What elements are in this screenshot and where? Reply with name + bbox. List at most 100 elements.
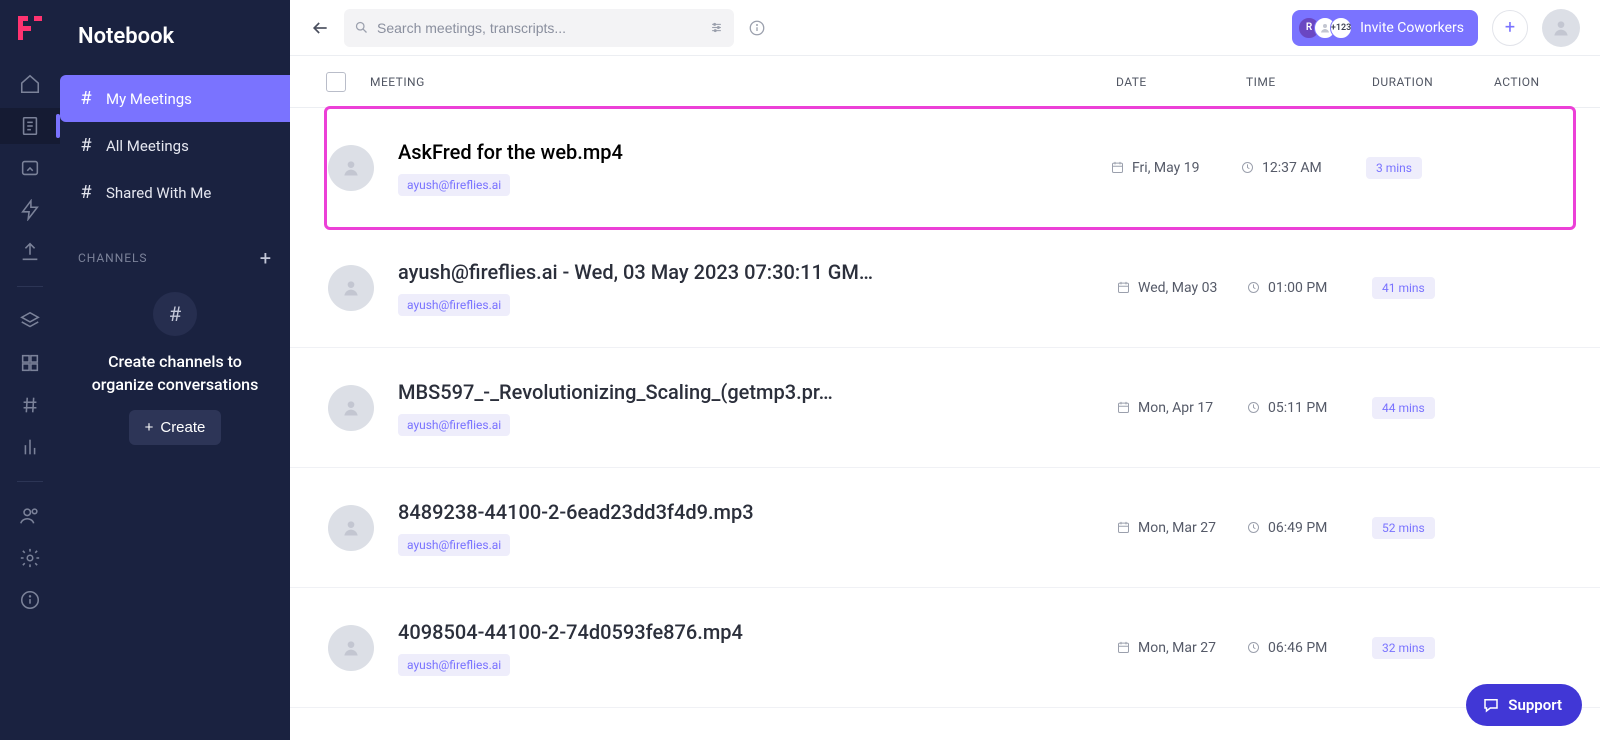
- calendar-icon: [1110, 160, 1125, 175]
- rail-home[interactable]: [0, 66, 60, 102]
- home-icon: [19, 73, 41, 95]
- rail-bolt[interactable]: [0, 192, 60, 228]
- meeting-row[interactable]: 4098504-44100-2-74d0593fe876.mp4 ayush@f…: [290, 588, 1600, 708]
- rail-team[interactable]: [0, 498, 60, 534]
- support-button[interactable]: Support: [1466, 684, 1582, 726]
- clock-icon: [1246, 280, 1261, 295]
- filter-icon[interactable]: [709, 20, 724, 35]
- gear-icon: [19, 547, 41, 569]
- add-button[interactable]: +: [1492, 10, 1528, 46]
- meeting-owner-badge: ayush@fireflies.ai: [398, 534, 510, 556]
- duration-pill: 32 mins: [1372, 637, 1435, 659]
- duration-pill: 44 mins: [1372, 397, 1435, 419]
- channels-header: CHANNELS +: [60, 216, 290, 282]
- main-pane: R +123 Invite Coworkers + MEETING DATE T…: [290, 0, 1600, 740]
- rail-settings[interactable]: [0, 540, 60, 576]
- col-time: TIME: [1246, 75, 1372, 89]
- hash-icon: [19, 394, 41, 416]
- clock-icon: [1246, 400, 1261, 415]
- rail-layers[interactable]: [0, 303, 60, 339]
- rail-divider: [17, 481, 43, 482]
- rail-grid[interactable]: [0, 345, 60, 381]
- create-label: Create: [160, 419, 205, 436]
- rail-upload[interactable]: [0, 234, 60, 270]
- meeting-date: Mon, Mar 27: [1138, 520, 1216, 536]
- layers-icon: [19, 310, 41, 332]
- icon-rail: [0, 0, 60, 740]
- duration-pill: 41 mins: [1372, 277, 1435, 299]
- select-all-checkbox[interactable]: [326, 72, 346, 92]
- add-channel-button[interactable]: +: [260, 246, 272, 270]
- meeting-list: AskFred for the web.mp4 ayush@fireflies.…: [290, 108, 1600, 708]
- meeting-time: 06:46 PM: [1268, 640, 1327, 656]
- col-duration: DURATION: [1372, 75, 1494, 89]
- meeting-avatar: [328, 505, 374, 551]
- sidebar-item-my-meetings[interactable]: #My Meetings: [60, 75, 290, 122]
- col-meeting: MEETING: [370, 75, 1116, 89]
- user-avatar[interactable]: [1542, 9, 1580, 47]
- calendar-icon: [1116, 520, 1131, 535]
- channels-label: CHANNELS: [78, 251, 148, 265]
- meeting-row[interactable]: ayush@fireflies.ai - Wed, 03 May 2023 07…: [290, 228, 1600, 348]
- rail-notebook[interactable]: [0, 108, 60, 144]
- upload-icon: [19, 241, 41, 263]
- topbar: R +123 Invite Coworkers +: [290, 0, 1600, 56]
- calendar-icon: [1116, 280, 1131, 295]
- meeting-title: 8489238-44100-2-6ead23dd3f4d9.mp3: [398, 500, 958, 524]
- rail-info[interactable]: [0, 582, 60, 618]
- meeting-row[interactable]: 8489238-44100-2-6ead23dd3f4d9.mp3 ayush@…: [290, 468, 1600, 588]
- app-logo: [14, 12, 46, 44]
- meeting-title: 4098504-44100-2-74d0593fe876.mp4: [398, 620, 958, 644]
- create-channel-button[interactable]: + Create: [129, 410, 222, 445]
- meeting-avatar: [328, 625, 374, 671]
- bolt-icon: [19, 199, 41, 221]
- meeting-owner-badge: ayush@fireflies.ai: [398, 174, 510, 196]
- avatar-stack: R +123: [1298, 17, 1352, 39]
- channels-empty-text: Create channels to organize conversation…: [82, 350, 268, 396]
- back-button[interactable]: [310, 18, 330, 38]
- search-box[interactable]: [344, 9, 734, 47]
- bars-icon: [19, 436, 41, 458]
- sidebar-item-all-meetings[interactable]: #All Meetings: [60, 122, 290, 169]
- sidebar: Notebook #My Meetings #All Meetings #Sha…: [60, 0, 290, 740]
- col-date: DATE: [1116, 75, 1246, 89]
- sidebar-item-label: Shared With Me: [106, 184, 211, 202]
- meeting-owner-badge: ayush@fireflies.ai: [398, 414, 510, 436]
- clock-icon: [1246, 520, 1261, 535]
- rail-media[interactable]: [0, 150, 60, 186]
- rail-hash[interactable]: [0, 387, 60, 423]
- table-header: MEETING DATE TIME DURATION ACTION: [290, 56, 1600, 108]
- col-action: ACTION: [1494, 75, 1564, 89]
- users-icon: [19, 505, 41, 527]
- channels-empty-state: # Create channels to organize conversati…: [60, 282, 290, 455]
- search-icon: [354, 20, 369, 35]
- meeting-date: Mon, Apr 17: [1138, 400, 1213, 416]
- duration-pill: 52 mins: [1372, 517, 1435, 539]
- meeting-row[interactable]: AskFred for the web.mp4 ayush@fireflies.…: [326, 108, 1574, 228]
- invite-coworkers-button[interactable]: R +123 Invite Coworkers: [1292, 10, 1478, 46]
- duration-pill: 3 mins: [1366, 157, 1422, 179]
- sidebar-item-shared[interactable]: #Shared With Me: [60, 169, 290, 216]
- hash-icon: #: [78, 135, 94, 156]
- meeting-date: Fri, May 19: [1132, 160, 1200, 176]
- info-icon: [19, 589, 41, 611]
- meeting-title: ayush@fireflies.ai - Wed, 03 May 2023 07…: [398, 260, 958, 284]
- avatar-count: +123: [1330, 17, 1352, 39]
- meeting-date: Mon, Mar 27: [1138, 640, 1216, 656]
- search-help-icon[interactable]: [748, 19, 766, 37]
- chat-icon: [1482, 696, 1500, 714]
- meeting-time: 12:37 AM: [1262, 160, 1322, 176]
- meeting-avatar: [328, 385, 374, 431]
- sidebar-item-label: My Meetings: [106, 90, 192, 108]
- meeting-avatar: [328, 265, 374, 311]
- meeting-row[interactable]: MBS597_-_Revolutionizing_Scaling_(getmp3…: [290, 348, 1600, 468]
- search-input[interactable]: [377, 20, 701, 36]
- meeting-time: 06:49 PM: [1268, 520, 1327, 536]
- clock-icon: [1246, 640, 1261, 655]
- meeting-date: Wed, May 03: [1138, 280, 1217, 296]
- meeting-owner-badge: ayush@fireflies.ai: [398, 294, 510, 316]
- plus-icon: +: [145, 419, 154, 436]
- rail-analytics[interactable]: [0, 429, 60, 465]
- meeting-time: 05:11 PM: [1268, 400, 1327, 416]
- document-icon: [19, 115, 41, 137]
